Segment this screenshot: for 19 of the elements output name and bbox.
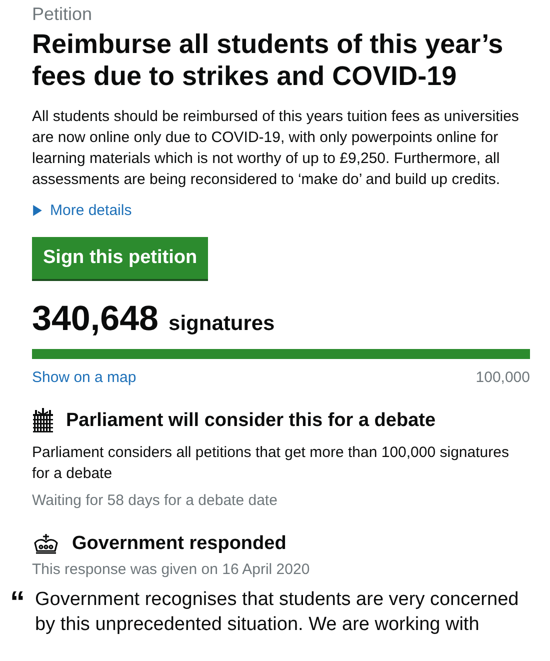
quote-mark: “ <box>10 588 25 622</box>
petition-description: All students should be reimbursed of this years tuition fees as universities are now online only due to COVID-19, with only powerpoints online for learning materials which is not worthy of up to £9,250. Furthermore, all assessments are being reconsidered to ‘make do’ and build up credits. <box>32 107 520 190</box>
response-text: Government recognises that students are very concerned by this unprecedented situation. We are working with <box>35 588 520 637</box>
page-caption: Petition <box>32 4 94 25</box>
sign-petition-button[interactable]: Sign this petition <box>32 237 208 280</box>
section-note: Waiting for 58 days for a debate date <box>32 492 278 510</box>
section-note: This response was given on 16 April 2020 <box>32 561 311 578</box>
petition-title: Reimburse all students of this year’s fees due to strikes and COVID-19 <box>32 29 504 92</box>
caret-icon <box>32 205 43 216</box>
signature-count: 340,648 <box>32 299 159 340</box>
more-details-link[interactable]: More details <box>32 202 530 220</box>
show-on-map-link[interactable]: Show on a map <box>32 369 136 386</box>
signatures-label: signatures <box>168 312 275 336</box>
signature-target: 100,000 <box>476 369 530 386</box>
section-heading: Parliament will consider this for a debate <box>66 410 436 432</box>
crown-icon <box>32 533 60 556</box>
section-text: Parliament considers all petitions that get more than 100,000 signatures for a debate <box>32 443 510 484</box>
portcullis-icon <box>32 408 54 434</box>
section-heading: Government responded <box>72 533 286 556</box>
